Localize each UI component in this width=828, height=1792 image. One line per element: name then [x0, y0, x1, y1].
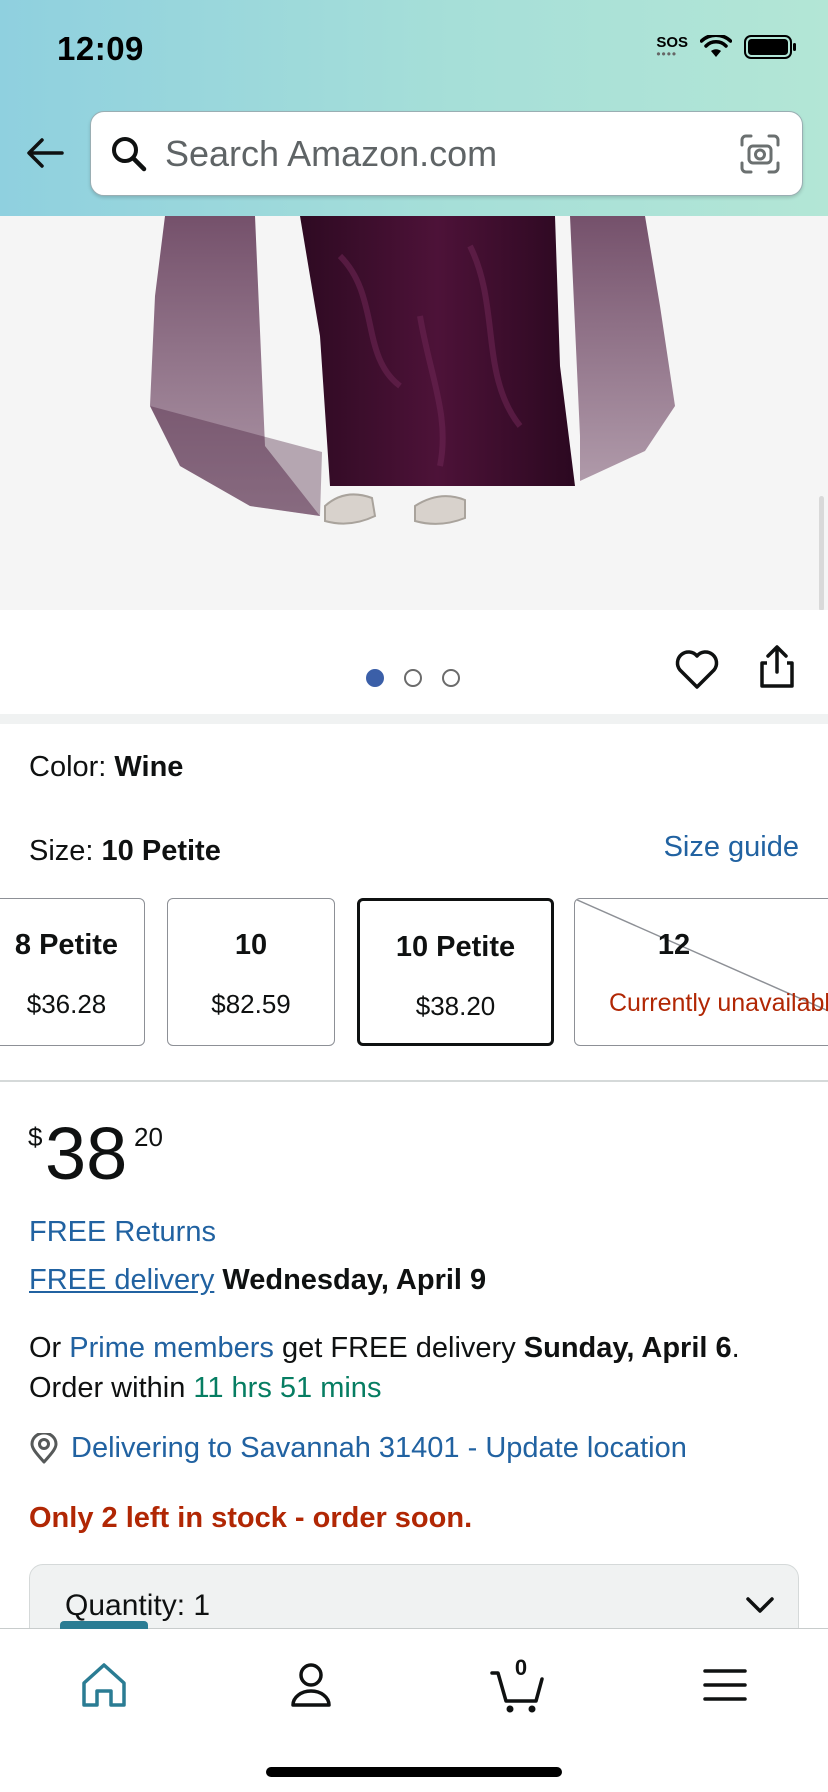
location-pin-icon	[30, 1432, 58, 1463]
order-countdown: 11 hrs 51 mins	[193, 1372, 382, 1404]
cart-button[interactable]: 0	[490, 1655, 546, 1715]
order-within-label: Order within	[29, 1372, 194, 1404]
prime-delivery-date: Sunday, April 6	[523, 1332, 732, 1364]
color-label: Color:	[29, 751, 115, 783]
color-value: Wine	[114, 751, 184, 783]
page-scroll-indicator	[819, 496, 824, 610]
status-icons: SOS ••••	[656, 34, 798, 60]
prime-suffix: .	[731, 1332, 740, 1364]
share-icon[interactable]	[754, 644, 800, 690]
cart-count: 0	[514, 1655, 528, 1680]
size-name: 8 Petite	[14, 929, 119, 961]
free-delivery-link[interactable]: FREE delivery	[29, 1264, 214, 1296]
size-value: 10 Petite	[101, 835, 221, 867]
status-time: 12:09	[57, 30, 144, 67]
size-unavailable-status: Currently unavailable	[609, 989, 828, 1017]
price-fraction: 20	[134, 1122, 163, 1152]
size-option-10-petite[interactable]: 10 Petite $38.20	[357, 898, 554, 1046]
size-price: $38.20	[415, 991, 496, 1021]
size-price: $36.28	[26, 989, 107, 1019]
carousel-dot-3[interactable]	[442, 669, 460, 687]
product-image[interactable]	[0, 216, 828, 610]
unavailable-strike	[575, 899, 828, 1012]
wifi-icon	[700, 35, 732, 57]
search-icon	[112, 137, 147, 172]
section-divider	[0, 714, 828, 724]
size-option-8-petite[interactable]: 8 Petite $36.28	[0, 898, 145, 1046]
carousel-dot-2[interactable]	[404, 669, 422, 687]
search-input[interactable]	[165, 130, 705, 178]
size-options: 8 Petite $36.28 10 $82.59 10 Petite $38.…	[0, 898, 828, 1046]
size-guide-link[interactable]: Size guide	[664, 831, 799, 864]
size-name: 10 Petite	[395, 931, 516, 963]
size-option-10[interactable]: 10 $82.59	[167, 898, 335, 1046]
carousel-dots[interactable]	[366, 669, 460, 687]
menu-icon[interactable]	[699, 1659, 751, 1711]
quantity-label: Quantity: 1	[65, 1589, 210, 1623]
size-label: Size:	[29, 835, 102, 867]
camera-icon[interactable]	[738, 132, 782, 176]
prime-delivery-info: Or Prime members get FREE delivery Sunda…	[29, 1328, 809, 1408]
chevron-down-icon	[746, 1597, 774, 1613]
prime-members-link[interactable]: Prime members	[69, 1332, 274, 1364]
dress-image	[150, 216, 675, 525]
section-divider	[0, 1080, 828, 1082]
quantity-value: 1	[193, 1589, 211, 1622]
heart-icon[interactable]	[674, 647, 720, 693]
carousel-dot-1[interactable]	[366, 669, 384, 687]
delivery-date: Wednesday, April 9	[222, 1264, 487, 1296]
free-returns-link[interactable]: FREE Returns	[29, 1216, 216, 1249]
size-name: 12	[657, 929, 691, 961]
stock-warning: Only 2 left in stock - order soon.	[29, 1502, 473, 1534]
size-option-12[interactable]: 12 Currently unavailable	[574, 898, 828, 1046]
header: 12:09 SOS ••••	[0, 0, 828, 216]
quantity-label-text: Quantity:	[65, 1589, 186, 1622]
price-whole: 38	[45, 1112, 128, 1195]
back-arrow-icon[interactable]	[22, 130, 68, 176]
home-indicator	[266, 1767, 562, 1777]
price-symbol: $	[28, 1122, 43, 1152]
carousel-controls	[0, 610, 828, 714]
size-name: 10	[234, 929, 268, 961]
search-bar[interactable]	[90, 111, 803, 196]
home-icon[interactable]	[78, 1659, 130, 1711]
prime-middle: get FREE delivery	[273, 1332, 524, 1364]
account-icon[interactable]	[285, 1659, 337, 1711]
location-link[interactable]: Delivering to Savannah 31401 - Update lo…	[71, 1432, 687, 1465]
color-selection: Color: Wine	[29, 751, 183, 784]
size-price: $82.59	[211, 989, 291, 1019]
battery-icon	[744, 35, 796, 59]
nav-active-indicator	[60, 1621, 148, 1629]
size-selection: Size: 10 Petite	[29, 835, 221, 868]
delivery-info: FREE delivery Wednesday, April 9	[29, 1264, 486, 1297]
prime-prefix: Or	[29, 1332, 70, 1364]
delivery-location[interactable]: Delivering to Savannah 31401 - Update lo…	[29, 1432, 687, 1465]
sos-indicator: SOS ••••	[656, 34, 688, 61]
bottom-nav: 0	[0, 1621, 828, 1792]
